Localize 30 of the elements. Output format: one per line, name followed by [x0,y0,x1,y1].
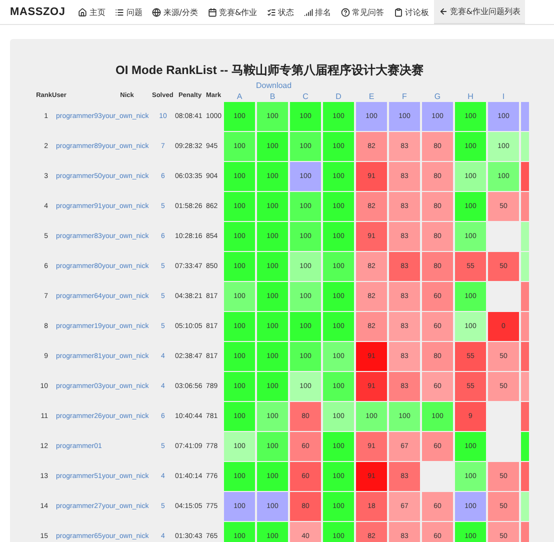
page-title: OI Mode RankList -- 马鞍山师专第八届程序设计大赛决赛 [114,63,424,77]
calendar-icon [208,8,217,16]
home-icon [78,8,88,16]
problem-link[interactable]: I [502,92,505,100]
help-icon [341,8,350,16]
nav-item[interactable]: 主页 [73,0,110,24]
problem-link[interactable]: F [402,92,407,100]
problem-link[interactable]: G [434,92,441,100]
back-arrow-icon [439,7,448,16]
list-icon [115,8,124,16]
site-logo[interactable]: MASSZOJ [0,0,74,24]
clipboard-icon [394,8,404,16]
download-link[interactable]: Download [256,81,292,91]
nav-item[interactable]: 竞赛&作业 [202,0,262,24]
nav-item[interactable]: 来源/分类 [147,0,203,24]
nav-item[interactable]: 讨论板 [389,0,434,24]
nav-item[interactable]: 常见问答 [336,0,390,24]
nav-item[interactable]: 排名 [299,0,336,24]
signal-icon [304,8,314,16]
problem-link[interactable]: C [302,92,308,100]
nav-item[interactable]: 竞赛&作业问题列表 [434,0,526,24]
problem-link[interactable]: A [236,92,242,100]
globe-icon [152,8,162,16]
problem-link[interactable]: D [336,92,342,100]
problem-link[interactable]: B [270,92,276,100]
nav-item[interactable]: 问题 [110,0,148,24]
checklist-icon [267,8,276,16]
problem-link[interactable]: E [368,92,374,100]
nav-item[interactable]: 状态 [262,0,300,24]
problem-link[interactable]: H [468,92,474,100]
